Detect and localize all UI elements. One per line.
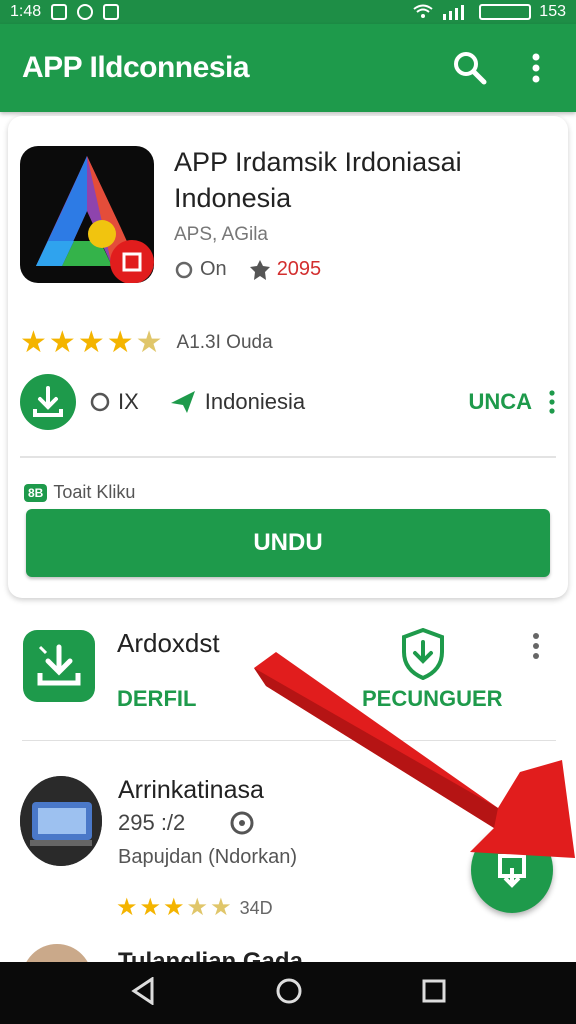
rating-count: 34D <box>239 897 273 918</box>
star-icon: ★ <box>77 326 105 359</box>
info-row: IX Indoniesia UNCA <box>20 372 556 432</box>
list-item-subtitle: 295 :/2 <box>118 810 255 836</box>
tag-text: Toait Kliku <box>53 482 136 502</box>
app-bar-title: APP Ildconnesia <box>22 51 250 84</box>
meta-on: On <box>174 258 227 281</box>
share-icon <box>175 261 193 278</box>
tag-badge: 8B <box>24 483 48 502</box>
rating-text: A1.3I Ouda <box>176 332 273 353</box>
app-details-card: APP Irdamsik Irdoniasai Indonesia APS, A… <box>8 116 568 598</box>
notification-message-icon <box>103 4 120 20</box>
app-title-line1: APP Irdamsik Irdoniasai <box>174 147 462 177</box>
size-info: IX <box>90 389 139 415</box>
list-item-label-right[interactable]: PECUNGUER <box>362 686 503 712</box>
notification-sync-icon <box>77 4 94 20</box>
list-item-count: 295 :/2 <box>118 810 186 835</box>
avatar <box>20 776 102 866</box>
size-label: IX <box>118 389 139 414</box>
unca-label: UNCA <box>468 389 532 414</box>
list-item-title: Arrinkatinasa <box>118 776 264 804</box>
install-button[interactable]: UNDU <box>26 509 550 577</box>
download-app-icon <box>23 630 95 702</box>
search-icon[interactable] <box>452 50 488 86</box>
star-icon: ★ <box>20 326 47 359</box>
status-bar: 1:48 153 <box>0 0 576 24</box>
recents-icon[interactable] <box>422 979 446 1008</box>
star-icon: ★ <box>116 894 138 921</box>
divider <box>20 456 556 458</box>
download-icon <box>498 854 526 888</box>
notification-check-icon <box>51 4 68 20</box>
unca-action[interactable]: UNCA <box>468 389 556 415</box>
list-item[interactable]: Ardoxdst DERFIL PECUNGUER <box>0 612 576 732</box>
badge-icon <box>249 259 270 280</box>
avatar <box>22 944 92 962</box>
list-item[interactable]: Tulanglian Gada <box>0 940 576 962</box>
list-item-title: Tulanglian Gada <box>118 948 303 962</box>
list-item-rating: ★ ★ ★ ★ ★ 34D <box>116 896 273 920</box>
app-title-line2: Indonesia <box>174 183 292 213</box>
fab-download-button[interactable] <box>471 827 553 913</box>
signal-icon <box>443 5 465 20</box>
rating-stars: ★ ★ ★ ★ ★ <box>116 896 232 920</box>
rating-row: ★ ★ ★ ★ ★ A1.3I Ouda <box>20 328 273 358</box>
chat-icon <box>230 811 254 835</box>
status-time: 1:48 <box>10 3 42 20</box>
more-vert-icon[interactable] <box>548 390 556 414</box>
star-icon: ★ <box>139 894 162 921</box>
back-icon[interactable] <box>130 975 156 1010</box>
shield-download-icon <box>400 627 446 685</box>
divider <box>22 740 556 741</box>
app-meta: On 2095 <box>174 258 321 281</box>
list-item-title: Ardoxdst <box>117 628 220 658</box>
star-half-icon: ★ <box>186 894 209 921</box>
app-developer[interactable]: APS, AGila <box>174 224 268 246</box>
meta-year-label: 2095 <box>276 258 322 280</box>
list-item-description: Bapujdan (Ndorkan) <box>118 846 297 868</box>
region-info: Indoniesia <box>169 389 305 415</box>
home-icon[interactable] <box>275 977 303 1010</box>
tag-row: 8B Toait Kliku <box>24 482 135 503</box>
content-rating-icon <box>90 392 110 412</box>
meta-year: 2095 <box>249 258 322 281</box>
status-time-right: 153 <box>539 3 566 20</box>
wifi-icon <box>413 4 433 18</box>
download-circle-button[interactable] <box>20 374 76 430</box>
star-half-icon: ★ <box>210 894 232 921</box>
more-vert-icon[interactable] <box>532 632 540 665</box>
list-item-label-left[interactable]: DERFIL <box>117 686 196 712</box>
send-icon <box>170 391 195 413</box>
meta-on-label: On <box>200 258 227 280</box>
navigation-bar <box>0 962 576 1024</box>
app-logo-icon[interactable] <box>20 146 154 283</box>
star-icon: ★ <box>48 326 76 359</box>
more-vert-icon[interactable] <box>518 50 554 86</box>
app-title: APP Irdamsik Irdoniasai Indonesia <box>174 144 554 216</box>
star-icon: ★ <box>163 894 185 921</box>
rating-stars: ★ ★ ★ ★ ★ <box>20 328 163 358</box>
star-half-icon: ★ <box>135 326 163 359</box>
download-icon <box>33 386 63 417</box>
battery-icon <box>479 4 532 20</box>
region-label: Indoniesia <box>204 389 306 414</box>
app-bar: APP Ildconnesia <box>0 24 576 112</box>
star-icon: ★ <box>106 326 134 359</box>
